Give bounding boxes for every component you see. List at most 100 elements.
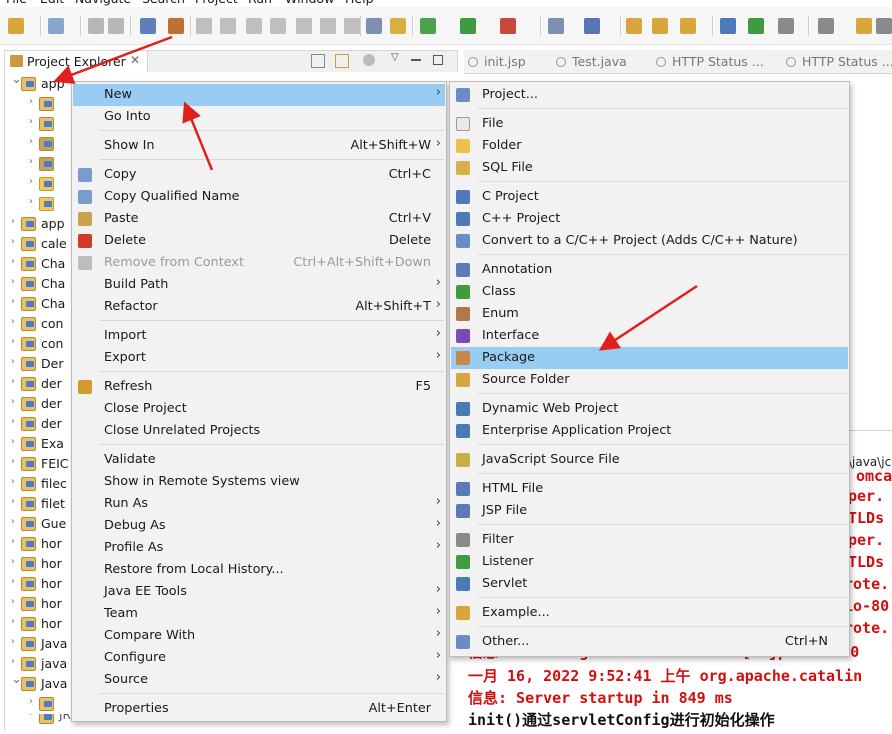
toolbar-icon[interactable]	[778, 18, 794, 34]
toolbar-icon[interactable]	[220, 18, 236, 34]
tree-item[interactable]: › Der	[11, 354, 77, 374]
toolbar-icon[interactable]	[680, 18, 696, 34]
toolbar-icon[interactable]	[344, 18, 360, 34]
toolbar-icon[interactable]	[196, 18, 212, 34]
chevron-icon[interactable]: ›	[11, 496, 15, 507]
link-editor-icon[interactable]	[335, 54, 349, 68]
chevron-icon[interactable]: ›	[29, 714, 33, 719]
toolbar-icon[interactable]	[500, 18, 516, 34]
menu-item-close-project[interactable]: Close Project	[73, 398, 445, 420]
chevron-icon[interactable]: ›	[11, 456, 15, 467]
tree-item[interactable]: › app	[11, 214, 77, 234]
minimize-icon[interactable]	[411, 59, 421, 61]
new-package[interactable]: Package	[451, 347, 848, 369]
toolbar-icon[interactable]	[856, 18, 872, 34]
toolbar-icon[interactable]	[270, 18, 286, 34]
new-interface[interactable]: Interface	[451, 325, 848, 347]
menu-item-show-in[interactable]: Show In Alt+Shift+W ›	[73, 135, 445, 157]
new-annotation[interactable]: Annotation	[451, 259, 848, 281]
chevron-icon[interactable]: ›	[29, 196, 33, 207]
editor-tab[interactable]: Test.java	[556, 54, 627, 69]
chevron-icon[interactable]: ›	[11, 356, 15, 367]
editor-tab[interactable]: init.jsp	[468, 54, 526, 69]
menu-search[interactable]: Search	[142, 0, 185, 7]
toolbar-icon[interactable]	[460, 18, 476, 34]
chevron-icon[interactable]: ›	[11, 416, 15, 427]
maximize-icon[interactable]	[433, 55, 443, 65]
toolbar-icon[interactable]	[548, 18, 564, 34]
toolbar-icon[interactable]	[626, 18, 642, 34]
chevron-icon[interactable]: ›	[11, 376, 15, 387]
menu-item-validate[interactable]: Validate	[73, 449, 445, 471]
menu-item-restore-from-local-history[interactable]: Restore from Local History...	[73, 559, 445, 581]
new-listener[interactable]: Listener	[451, 551, 848, 573]
chevron-icon[interactable]: ›	[11, 296, 15, 307]
menu-help[interactable]: Help	[345, 0, 374, 7]
tree-item[interactable]: › FEIC	[11, 454, 77, 474]
menu-item-refresh[interactable]: Refresh F5	[73, 376, 445, 398]
chevron-icon[interactable]: ›	[11, 636, 15, 647]
view-menu-icon[interactable]: ▽	[391, 52, 399, 63]
tree-item[interactable]: ⌄ app	[11, 74, 77, 94]
chevron-icon[interactable]: ›	[11, 656, 15, 667]
chevron-icon[interactable]: ›	[29, 96, 33, 107]
menu-item-go-into[interactable]: Go Into	[73, 106, 445, 128]
menu-item-debug-as[interactable]: Debug As ›	[73, 515, 445, 537]
tree-item[interactable]: › Cha	[11, 294, 77, 314]
chevron-icon[interactable]: ›	[11, 516, 15, 527]
menu-item-configure[interactable]: Configure ›	[73, 647, 445, 669]
toolbar-icon[interactable]	[296, 18, 312, 34]
menu-item-team[interactable]: Team ›	[73, 603, 445, 625]
chevron-icon[interactable]: ›	[11, 436, 15, 447]
new-other[interactable]: Other... Ctrl+N	[451, 631, 848, 653]
tree-item[interactable]: › con	[11, 314, 77, 334]
new-sql-file[interactable]: SQL File	[451, 157, 848, 179]
tree-item[interactable]: › Cha	[11, 274, 77, 294]
chevron-icon[interactable]: ›	[11, 316, 15, 327]
tree-item[interactable]: › con	[11, 334, 77, 354]
toolbar-icon[interactable]	[366, 18, 382, 34]
menu-navigate[interactable]: Navigate	[75, 0, 131, 7]
menu-item-new[interactable]: New ›	[73, 84, 445, 106]
menu-window[interactable]: Window	[285, 0, 334, 7]
toolbar-icon[interactable]	[652, 18, 668, 34]
menu-edit[interactable]: Edit	[40, 0, 64, 7]
tree-item[interactable]: › Exa	[11, 434, 77, 454]
tree-item[interactable]: › filec	[11, 474, 77, 494]
tree-item[interactable]: › filet	[11, 494, 77, 514]
tree-item[interactable]: ⌄ Java	[11, 674, 77, 694]
chevron-icon[interactable]: ›	[29, 156, 33, 167]
tree-item[interactable]: › Cha	[11, 254, 77, 274]
menu-item-import[interactable]: Import ›	[73, 325, 445, 347]
tree-item[interactable]: › hor	[11, 614, 77, 634]
new-dynamic-web-project[interactable]: Dynamic Web Project	[451, 398, 848, 420]
new-example[interactable]: Example...	[451, 602, 848, 624]
chevron-icon[interactable]: ›	[29, 696, 33, 707]
tree-item[interactable]: › der	[11, 414, 77, 434]
new-filter[interactable]: Filter	[451, 529, 848, 551]
new-project[interactable]: Project...	[451, 84, 848, 106]
menu-item-copy[interactable]: Copy Ctrl+C	[73, 164, 445, 186]
tree-item[interactable]: › hor	[11, 574, 77, 594]
toolbar-icon[interactable]	[876, 18, 892, 34]
editor-tab[interactable]: HTTP Status ...	[656, 54, 764, 69]
chevron-icon[interactable]: ›	[11, 616, 15, 627]
tree-item[interactable]: › cale	[11, 234, 77, 254]
chevron-icon[interactable]: ›	[29, 116, 33, 127]
new-convert-to-a-c-cpp-project-adds-c-cpp-nature[interactable]: Convert to a C/C++ Project (Adds C/C++ N…	[451, 230, 848, 252]
filter-icon[interactable]	[363, 54, 375, 66]
chevron-icon[interactable]: ›	[11, 576, 15, 587]
chevron-icon[interactable]: ›	[11, 396, 15, 407]
new-servlet[interactable]: Servlet	[451, 573, 848, 595]
chevron-icon[interactable]: ›	[29, 176, 33, 187]
chevron-icon[interactable]: ›	[11, 476, 15, 487]
new-file[interactable]: File	[451, 113, 848, 135]
new-enterprise-application-project[interactable]: Enterprise Application Project	[451, 420, 848, 442]
new-javascript-source-file[interactable]: JavaScript Source File	[451, 449, 848, 471]
toolbar-icon[interactable]	[8, 18, 24, 34]
menu-run[interactable]: Run	[248, 0, 272, 7]
chevron-icon[interactable]: ›	[11, 596, 15, 607]
menu-project[interactable]: Project	[195, 0, 238, 7]
menu-item-java-ee-tools[interactable]: Java EE Tools ›	[73, 581, 445, 603]
menu-item-refactor[interactable]: Refactor Alt+Shift+T ›	[73, 296, 445, 318]
